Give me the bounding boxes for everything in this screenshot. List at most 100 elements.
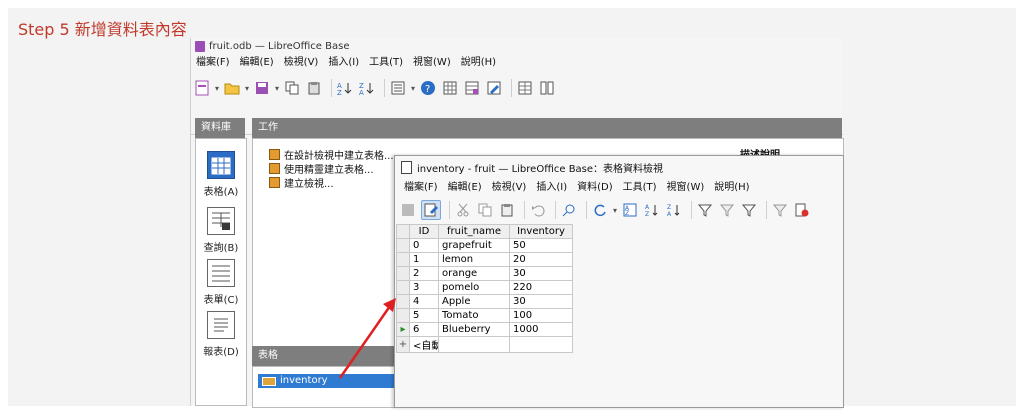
sort-ascending-icon[interactable]: AZ <box>643 201 661 219</box>
apply-filter-icon[interactable] <box>740 201 758 219</box>
cell-inventory[interactable]: 220 <box>509 280 573 295</box>
table-item-inventory[interactable]: inventory <box>258 374 394 388</box>
menu-view[interactable]: 檢視(V) <box>279 55 324 71</box>
row-selector[interactable] <box>396 294 410 309</box>
cell-inventory[interactable]: 1000 <box>509 322 573 337</box>
save-record-icon[interactable] <box>399 201 417 219</box>
new-record-row[interactable]: +<自動 <box>396 336 573 353</box>
cell-inventory[interactable] <box>509 336 573 353</box>
sidebar-item-forms[interactable]: 表單(C) <box>196 259 246 306</box>
new-record-icon[interactable]: + <box>396 336 410 353</box>
sidebar-item-reports[interactable]: 報表(D) <box>196 311 246 358</box>
edit-data-icon[interactable] <box>421 200 441 220</box>
cell-id[interactable]: 2 <box>409 266 439 281</box>
table-row[interactable]: 1 lemon 20 <box>396 252 573 267</box>
cell-id[interactable]: 5 <box>409 308 439 323</box>
paste-icon[interactable] <box>498 201 516 219</box>
cell-id[interactable]: 3 <box>409 280 439 295</box>
column-header-id[interactable]: ID <box>409 224 439 239</box>
menu-file[interactable]: 檔案(F) <box>191 55 235 71</box>
table-row[interactable]: ▸ 6 Blueberry 1000 <box>396 322 573 337</box>
refresh-icon[interactable] <box>591 201 609 219</box>
copy-icon[interactable] <box>283 79 301 97</box>
sidebar-item-tables[interactable]: 表格(A) <box>196 151 246 198</box>
cell-fruit-name[interactable]: Apple <box>438 294 510 309</box>
copy-icon[interactable] <box>476 201 494 219</box>
menu-tools[interactable]: 工具(T) <box>618 180 662 196</box>
cell-fruit-name[interactable]: Tomato <box>438 308 510 323</box>
relations-icon[interactable] <box>538 79 556 97</box>
paste-icon[interactable] <box>305 79 323 97</box>
standard-filter-icon[interactable] <box>718 201 736 219</box>
cell-inventory[interactable]: 100 <box>509 308 573 323</box>
cell-fruit-name[interactable]: grapefruit <box>438 238 510 253</box>
current-row-indicator-icon[interactable]: ▸ <box>396 322 410 337</box>
table-row[interactable]: 2 orange 30 <box>396 266 573 281</box>
delete-record-icon[interactable] <box>793 201 811 219</box>
menu-tools[interactable]: 工具(T) <box>364 55 408 71</box>
table-row[interactable]: 5 Tomato 100 <box>396 308 573 323</box>
cell-fruit-name[interactable]: Blueberry <box>438 322 510 337</box>
menu-view[interactable]: 檢視(V) <box>487 180 532 196</box>
table-row[interactable]: 4 Apple 30 <box>396 294 573 309</box>
open-dropdown-icon[interactable]: ▾ <box>245 84 249 93</box>
cell-id[interactable]: 1 <box>409 252 439 267</box>
menu-help[interactable]: 說明(H) <box>456 55 501 71</box>
report-grid-icon[interactable] <box>516 79 534 97</box>
cell-fruit-name[interactable]: orange <box>438 266 510 281</box>
sidebar-item-queries[interactable]: 查詢(B) <box>196 207 246 254</box>
cell-inventory[interactable]: 30 <box>509 266 573 281</box>
cell-fruit-name[interactable] <box>438 336 510 353</box>
table-row[interactable]: 0 grapefruit 50 <box>396 238 573 253</box>
save-dropdown-icon[interactable]: ▾ <box>275 84 279 93</box>
cell-inventory[interactable]: 30 <box>509 294 573 309</box>
row-selector[interactable] <box>396 252 410 267</box>
new-dropdown-icon[interactable]: ▾ <box>215 84 219 93</box>
task-create-wizard[interactable]: 使用精靈建立表格... <box>269 161 374 176</box>
cell-inventory[interactable]: 50 <box>509 238 573 253</box>
cell-id-autovalue[interactable]: <自動 <box>409 336 439 353</box>
column-header-inventory[interactable]: Inventory <box>509 224 573 239</box>
cell-inventory[interactable]: 20 <box>509 252 573 267</box>
task-create-design-view[interactable]: 在設計檢視中建立表格... <box>269 147 394 162</box>
form-edit-icon[interactable] <box>485 79 503 97</box>
menu-window[interactable]: 視窗(W) <box>408 55 456 71</box>
undo-icon[interactable] <box>529 201 547 219</box>
row-selector[interactable] <box>396 266 410 281</box>
refresh-dropdown-icon[interactable]: ▾ <box>613 206 617 215</box>
save-icon[interactable] <box>253 79 271 97</box>
form-list-icon[interactable] <box>389 79 407 97</box>
table-row[interactable]: 3 pomelo 220 <box>396 280 573 295</box>
query-grid-icon[interactable] <box>463 79 481 97</box>
menu-insert[interactable]: 插入(I) <box>323 55 364 71</box>
cell-fruit-name[interactable]: lemon <box>438 252 510 267</box>
column-header-fruit-name[interactable]: fruit_name <box>438 224 510 239</box>
cut-icon[interactable] <box>454 201 472 219</box>
menu-data[interactable]: 資料(D) <box>572 180 618 196</box>
sort-icon[interactable]: AZ <box>621 201 639 219</box>
form-dropdown-icon[interactable]: ▾ <box>411 84 415 93</box>
sort-ascending-icon[interactable]: AZ <box>336 79 354 97</box>
menu-edit[interactable]: 編輯(E) <box>235 55 279 71</box>
task-create-view[interactable]: 建立檢視... <box>269 175 334 190</box>
row-selector[interactable] <box>396 308 410 323</box>
menu-help[interactable]: 說明(H) <box>709 180 754 196</box>
sort-descending-icon[interactable]: ZA <box>665 201 683 219</box>
cell-id[interactable]: 0 <box>409 238 439 253</box>
menu-insert[interactable]: 插入(I) <box>531 180 572 196</box>
menu-window[interactable]: 視窗(W) <box>662 180 710 196</box>
autofilter-icon[interactable] <box>696 201 714 219</box>
remove-filter-icon[interactable] <box>771 201 789 219</box>
row-selector[interactable] <box>396 280 410 295</box>
table-grid-icon[interactable] <box>441 79 459 97</box>
menu-edit[interactable]: 編輯(E) <box>443 180 487 196</box>
cell-id[interactable]: 6 <box>409 322 439 337</box>
cell-id[interactable]: 4 <box>409 294 439 309</box>
sort-descending-icon[interactable]: ZA <box>358 79 376 97</box>
find-icon[interactable] <box>560 201 578 219</box>
help-icon[interactable]: ? <box>419 79 437 97</box>
new-document-icon[interactable] <box>193 79 211 97</box>
row-selector[interactable] <box>396 238 410 253</box>
open-folder-icon[interactable] <box>223 79 241 97</box>
cell-fruit-name[interactable]: pomelo <box>438 280 510 295</box>
